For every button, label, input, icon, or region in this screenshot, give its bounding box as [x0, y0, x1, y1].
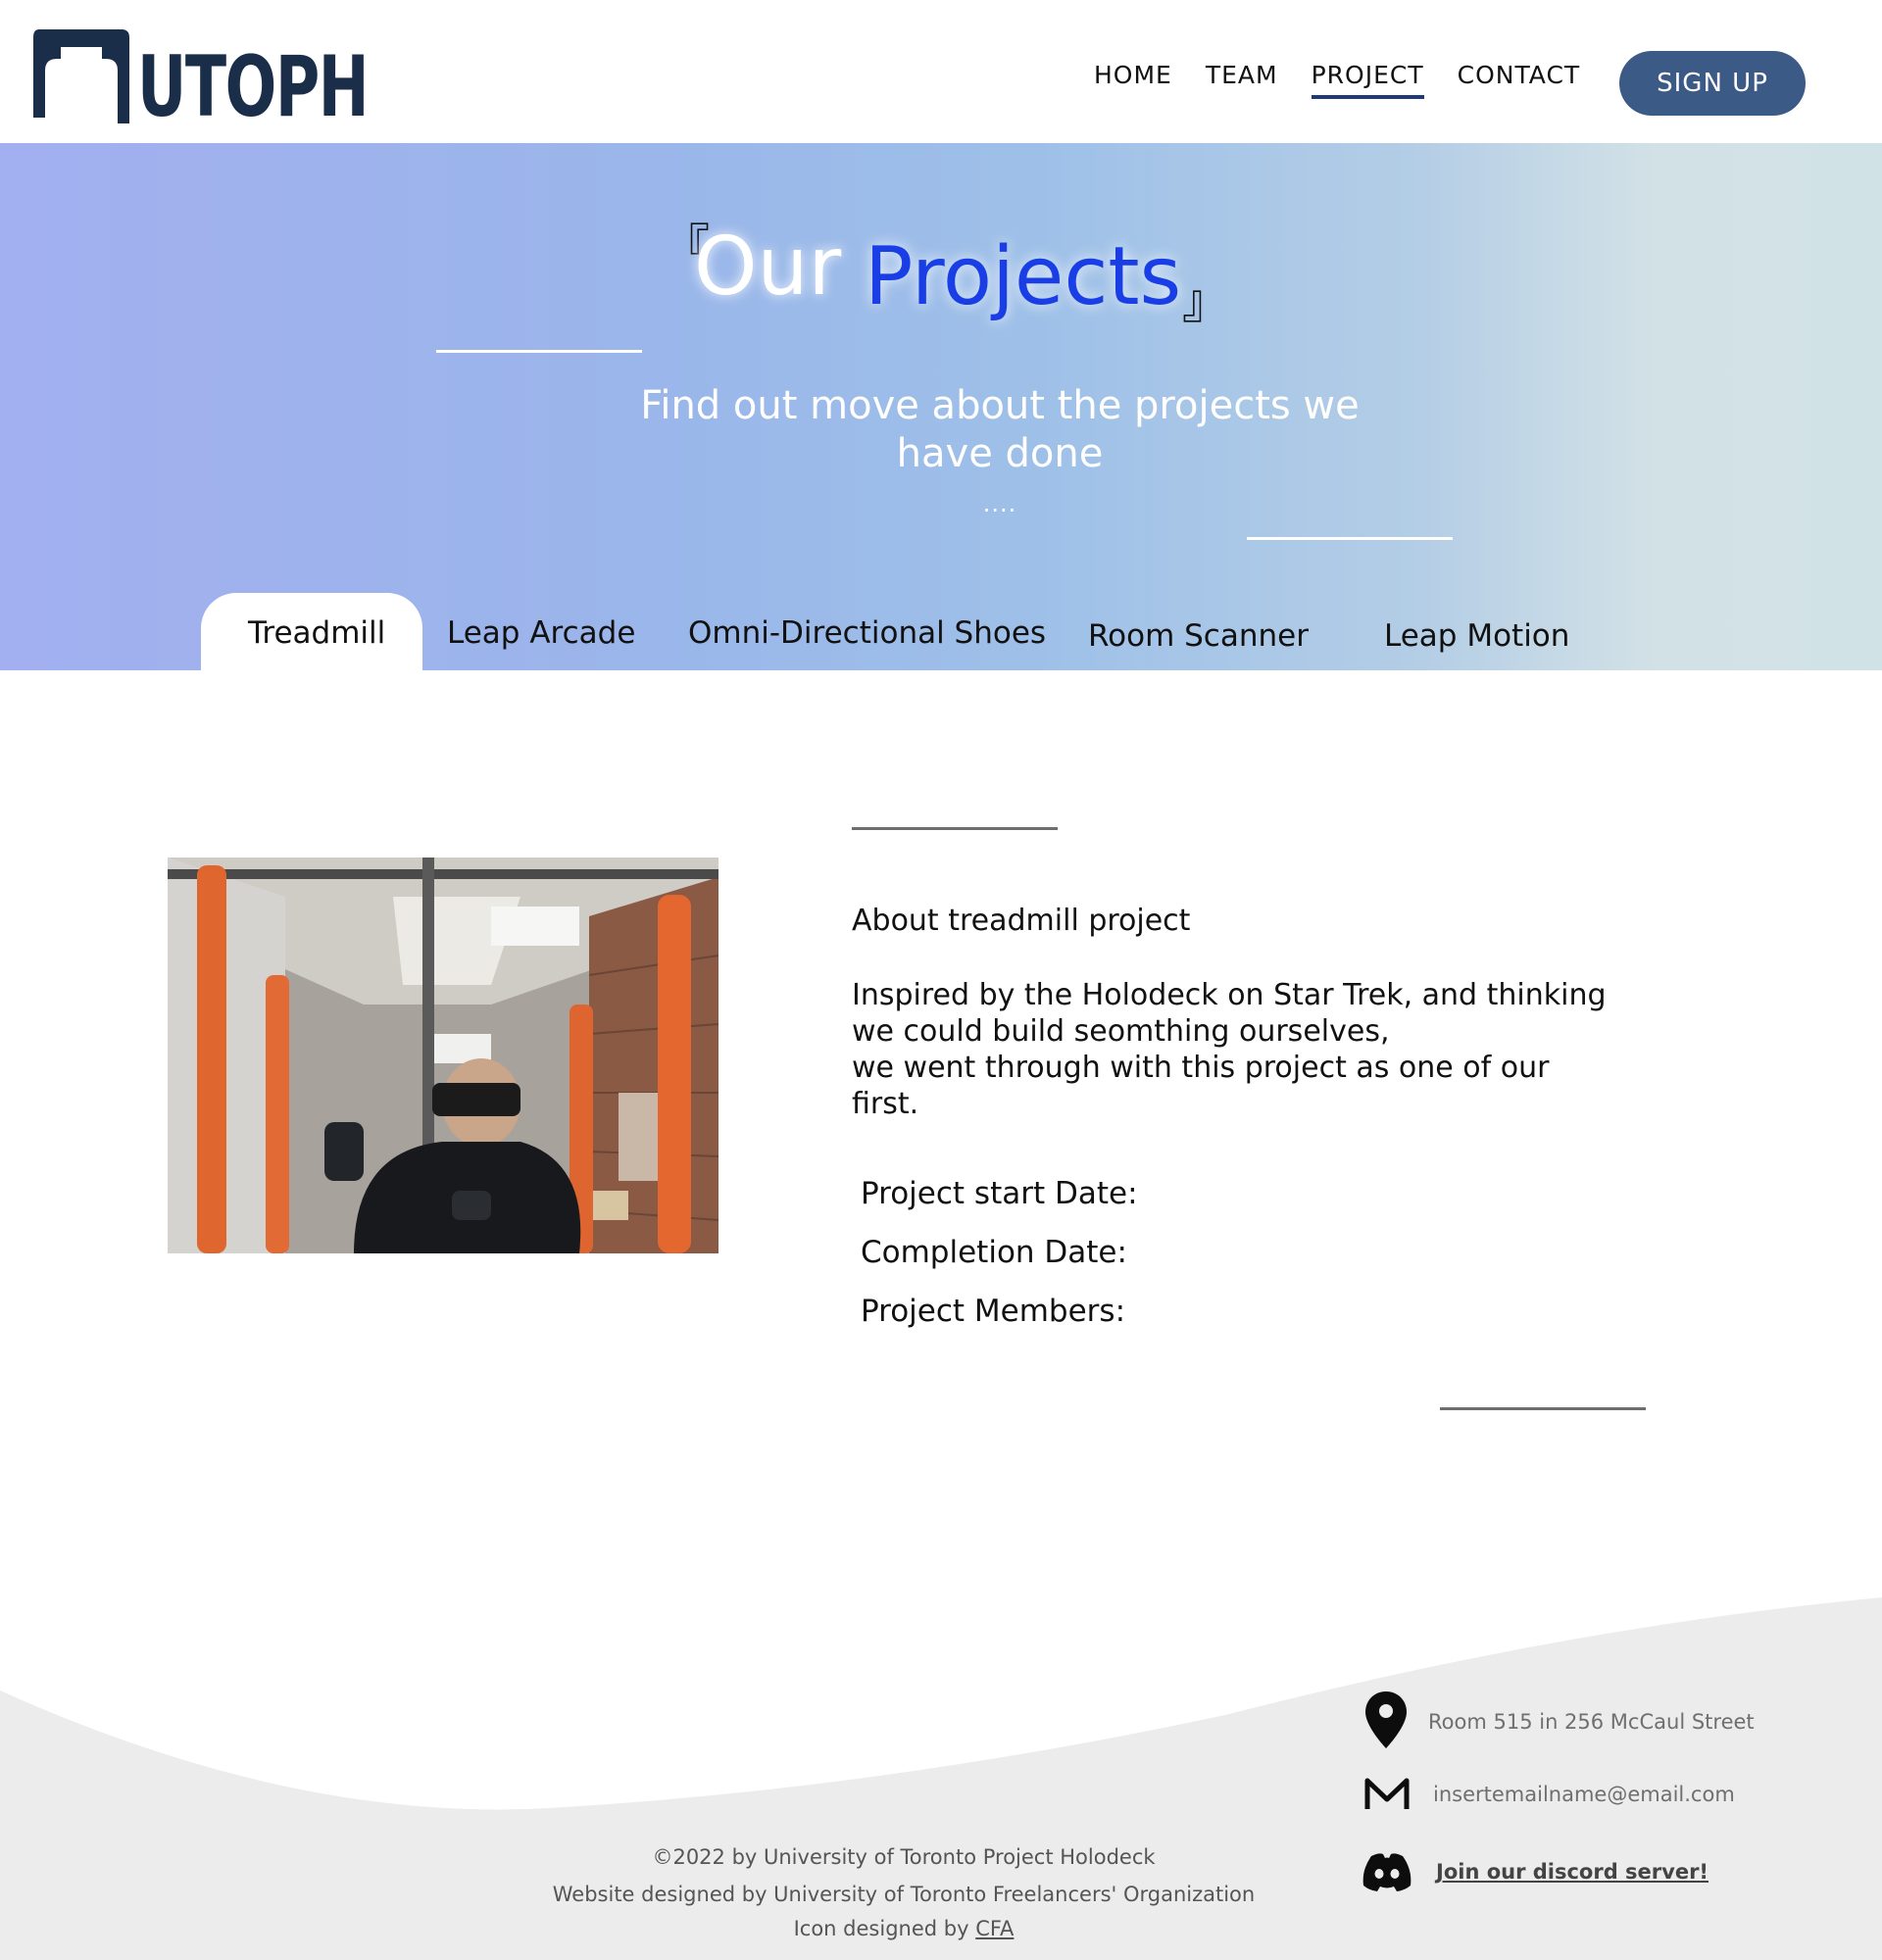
hero-divider-right — [1247, 537, 1453, 540]
designed-by-text: Website designed by University of Toront… — [552, 1883, 1256, 1906]
tab-leap-motion[interactable]: Leap Motion — [1384, 618, 1569, 654]
site-logo[interactable]: UTOPH — [33, 29, 458, 129]
treadmill-project-photo — [168, 858, 718, 1253]
about-line: Inspired by the Holodeck on Star Trek, a… — [852, 978, 1607, 1012]
page-title-our: Our — [694, 220, 842, 314]
nav-team[interactable]: TEAM — [1206, 61, 1278, 99]
logo-text: UTOPH — [137, 38, 370, 136]
about-title: About treadmill project — [852, 904, 1191, 938]
icon-credit: Icon designed by CFA — [414, 1917, 1394, 1940]
hero-divider-left — [436, 350, 642, 353]
tab-treadmill[interactable]: Treadmill — [248, 615, 385, 651]
page-title-projects: Projects — [865, 230, 1182, 323]
about-description: Inspired by the Holodeck on Star Trek, a… — [852, 977, 1656, 1122]
about-line: we could build seomthing ourselves, — [852, 1014, 1390, 1049]
email-text[interactable]: insertemailname@email.com — [1433, 1783, 1735, 1806]
content-divider-bottom — [1440, 1407, 1646, 1410]
icon-credit-prefix: Icon designed by — [793, 1917, 969, 1940]
nav-contact[interactable]: CONTACT — [1458, 61, 1581, 99]
tab-leap-arcade[interactable]: Leap Arcade — [447, 615, 635, 651]
about-line: first. — [852, 1087, 919, 1121]
nav-home[interactable]: HOME — [1094, 61, 1172, 99]
hero-subtitle: Find out move about the projects we have… — [640, 383, 1360, 476]
cfa-link[interactable]: CFA — [975, 1917, 1014, 1940]
title-bracket-close: 』 — [1182, 274, 1230, 329]
copyright-text: ©2022 by University of Toronto Project H… — [652, 1845, 1156, 1869]
discord-link[interactable]: Join our discord server! — [1436, 1860, 1709, 1884]
main-nav: HOME TEAM PROJECT CONTACT — [1094, 61, 1613, 99]
discord-wrapper: Join our discord server! — [1436, 1860, 1709, 1884]
email-icon — [1364, 1778, 1410, 1809]
tab-omni-directional-shoes[interactable]: Omni-Directional Shoes — [688, 615, 1046, 651]
completion-date-label: Completion Date: — [861, 1235, 1127, 1270]
start-date-label: Project start Date: — [861, 1176, 1138, 1211]
project-members-label: Project Members: — [861, 1294, 1126, 1329]
content-divider-top — [852, 827, 1058, 830]
sign-up-button[interactable]: SIGN UP — [1619, 51, 1806, 116]
logo-mark-icon — [33, 29, 129, 123]
hero-dots: .... — [982, 490, 1017, 517]
nav-project[interactable]: PROJECT — [1311, 61, 1424, 99]
address-text: Room 515 in 256 McCaul Street — [1428, 1710, 1755, 1734]
location-pin-icon — [1365, 1691, 1407, 1748]
tab-room-scanner[interactable]: Room Scanner — [1088, 618, 1309, 654]
site-header: UTOPH HOME TEAM PROJECT CONTACT SIGN UP — [0, 0, 1882, 143]
about-line: we went through with this project as one… — [852, 1051, 1550, 1085]
